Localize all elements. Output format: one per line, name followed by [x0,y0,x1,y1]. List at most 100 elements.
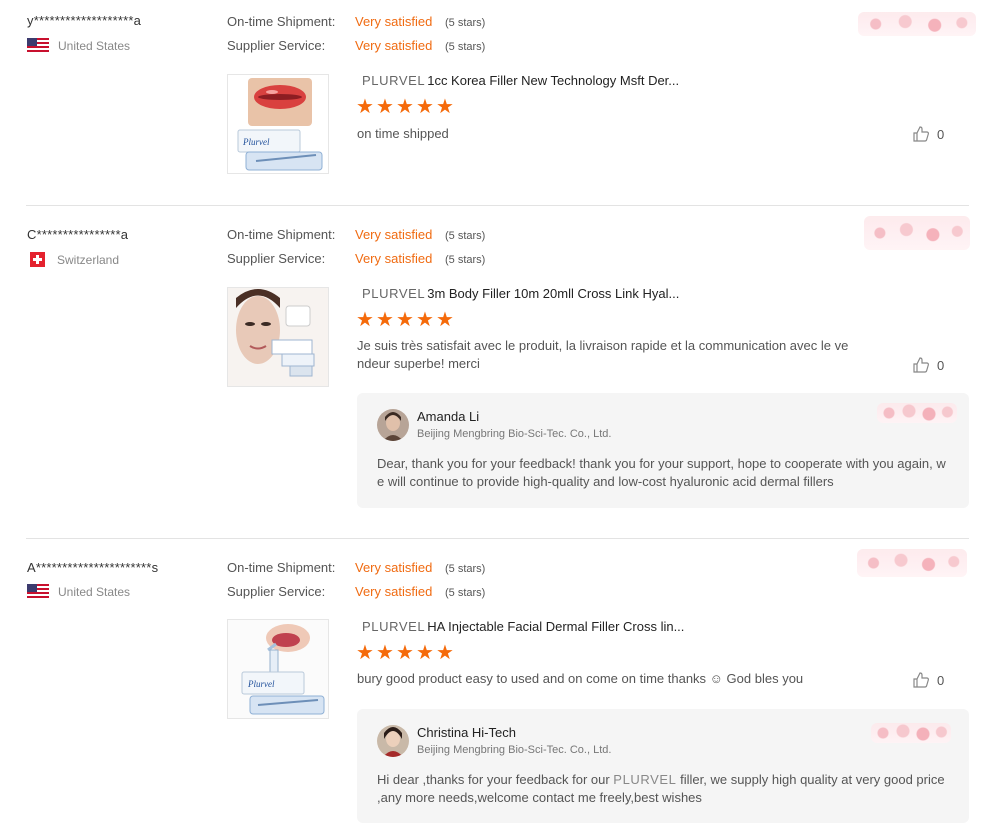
star-icon: ★ [356,96,374,118]
review-item: C****************a Switzerland On-time S… [0,206,993,539]
like-button[interactable]: 0 [912,671,944,689]
seller-company: Beijing Mengbring Bio-Sci-Tec. Co., Ltd. [417,744,612,756]
product-name: 1cc Korea Filler New Technology Msft Der… [427,73,680,88]
ontime-value: Very satisfied [355,227,433,242]
like-count: 0 [937,126,945,142]
star-rating: ★ ★ ★ ★ ★ [356,96,455,118]
star-icon: ★ [436,309,454,331]
blurred-date [857,549,967,577]
star-icon: ★ [416,309,434,331]
svg-text:Plurvel: Plurvel [242,137,270,147]
review-item: y*******************a United States On-t… [0,0,993,206]
facial-filler-image [228,288,328,386]
buyer-country: United States [27,38,130,53]
seller-reply: Christina Hi-Tech Beijing Mengbring Bio-… [357,709,969,823]
blurred-reply-date [871,723,951,743]
review-comment: bury good product easy to used and on co… [357,671,804,686]
avatar [377,409,409,441]
ontime-label: On-time Shipment: [227,227,336,242]
buyer-name: A**********************s [27,560,159,575]
ontime-label: On-time Shipment: [227,560,336,575]
thumbs-up-icon [913,672,929,688]
blurred-date [858,12,976,36]
avatar [377,725,409,757]
product-title[interactable]: PLURVEL 1cc Korea Filler New Technology M… [362,73,679,88]
star-icon: ★ [376,642,394,664]
buyer-name: C****************a [27,227,129,242]
like-button[interactable]: 0 [912,125,944,143]
supplier-stars: (5 stars) [445,587,486,599]
star-rating: ★ ★ ★ ★ ★ [356,309,455,331]
seller-name: Amanda Li [417,409,480,424]
supplier-label: Supplier Service: [227,38,326,53]
supplier-value: Very satisfied [355,584,433,599]
buyer-country: United States [27,584,130,599]
product-name: HA Injectable Facial Dermal Filler Cross… [427,619,685,634]
supplier-value: Very satisfied [355,251,433,266]
supplier-stars: (5 stars) [445,41,486,53]
star-icon: ★ [396,96,414,118]
product-title[interactable]: PLURVEL 3m Body Filler 10m 20mll Cross Li… [362,286,679,301]
star-icon: ★ [376,96,394,118]
reply-text: Dear, thank you for your feedback! thank… [377,456,946,489]
product-thumbnail[interactable]: Plurvel [227,619,329,719]
svg-text:Plurvel: Plurvel [247,679,275,689]
supplier-service-rating: Supplier Service: Very satisfied (5 star… [227,584,485,599]
product-title[interactable]: PLURVEL HA Injectable Facial Dermal Fille… [362,619,684,634]
supplier-stars: (5 stars) [445,254,486,266]
ontime-value: Very satisfied [355,560,433,575]
supplier-label: Supplier Service: [227,251,326,266]
ontime-stars: (5 stars) [445,563,486,575]
seller-avatar-image [377,725,409,757]
ontime-value: Very satisfied [355,14,433,29]
ontime-stars: (5 stars) [445,17,486,29]
product-brand: PLURVEL [362,619,426,634]
seller-name: Christina Hi-Tech [417,725,516,740]
star-icon: ★ [356,642,374,664]
like-count: 0 [937,672,945,688]
star-icon: ★ [416,642,434,664]
country-label: Switzerland [57,252,120,267]
ontime-label: On-time Shipment: [227,14,336,29]
star-icon: ★ [396,309,414,331]
supplier-service-rating: Supplier Service: Very satisfied (5 star… [227,38,485,53]
star-icon: ★ [416,96,434,118]
supplier-service-rating: Supplier Service: Very satisfied (5 star… [227,251,485,266]
star-icon: ★ [436,642,454,664]
switzerland-flag-icon [30,252,45,267]
blurred-reply-date [877,403,957,423]
star-rating: ★ ★ ★ ★ ★ [356,642,455,664]
star-icon: ★ [396,642,414,664]
country-label: United States [58,584,131,599]
seller-company: Beijing Mengbring Bio-Sci-Tec. Co., Ltd. [417,428,612,440]
seller-avatar-image [377,409,409,441]
buyer-name: y*******************a [27,13,142,28]
us-flag-icon [27,38,49,53]
review-item: A**********************s United States O… [0,539,993,826]
country-label: United States [58,38,131,53]
product-thumbnail[interactable] [227,287,329,387]
ontime-shipment-rating: On-time Shipment: Very satisfied (5 star… [227,560,485,575]
product-brand: PLURVEL [362,73,426,88]
blurred-date [864,216,970,250]
star-icon: ★ [376,309,394,331]
supplier-value: Very satisfied [355,38,433,53]
ontime-shipment-rating: On-time Shipment: Very satisfied (5 star… [227,14,485,29]
reply-text: Hi dear ,thanks for your feedback for ou… [377,771,951,807]
thumbs-up-icon [913,126,929,142]
product-brand: PLURVEL [362,286,426,301]
reply-brand: PLURVEL [613,772,677,787]
injectable-filler-image: Plurvel [228,620,328,718]
lips-filler-image: Plurvel [237,78,323,171]
ontime-shipment-rating: On-time Shipment: Very satisfied (5 star… [227,227,485,242]
ontime-stars: (5 stars) [445,230,486,242]
reply-text-start: Hi dear ,thanks for your feedback for ou… [377,772,614,787]
like-count: 0 [937,357,945,373]
supplier-label: Supplier Service: [227,584,326,599]
star-icon: ★ [356,309,374,331]
review-comment: on time shipped [357,126,449,141]
product-name: 3m Body Filler 10m 20mll Cross Link Hyal… [427,286,680,301]
product-thumbnail[interactable]: Plurvel [227,74,329,174]
us-flag-icon [27,584,49,599]
like-button[interactable]: 0 [912,356,944,374]
